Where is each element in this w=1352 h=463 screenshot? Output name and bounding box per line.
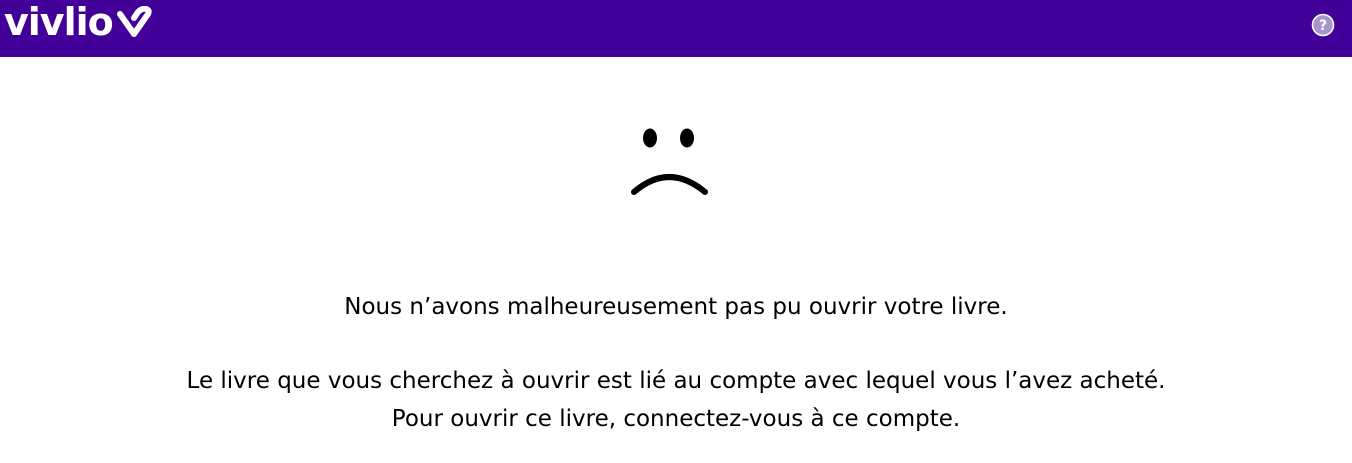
svg-text:?: ? (1319, 18, 1327, 34)
sad-face-icon (631, 128, 708, 195)
top-bar: vivlio ? (0, 0, 1352, 57)
vivlio-logo[interactable]: vivlio (4, 2, 152, 42)
error-message-block: Nous n’avons malheureusement pas pu ouvr… (0, 288, 1352, 438)
error-detail-line-2: Pour ouvrir ce livre, connectez-vous à c… (391, 406, 961, 432)
vivlio-check-mark-icon (116, 6, 152, 37)
logo-text: vivlio (4, 0, 114, 44)
error-detail-line-1: Le livre que vous cherchez à ouvrir est … (186, 368, 1166, 394)
help-question-icon[interactable]: ? (1311, 13, 1335, 37)
error-title: Nous n’avons malheureusement pas pu ouvr… (344, 294, 1008, 320)
